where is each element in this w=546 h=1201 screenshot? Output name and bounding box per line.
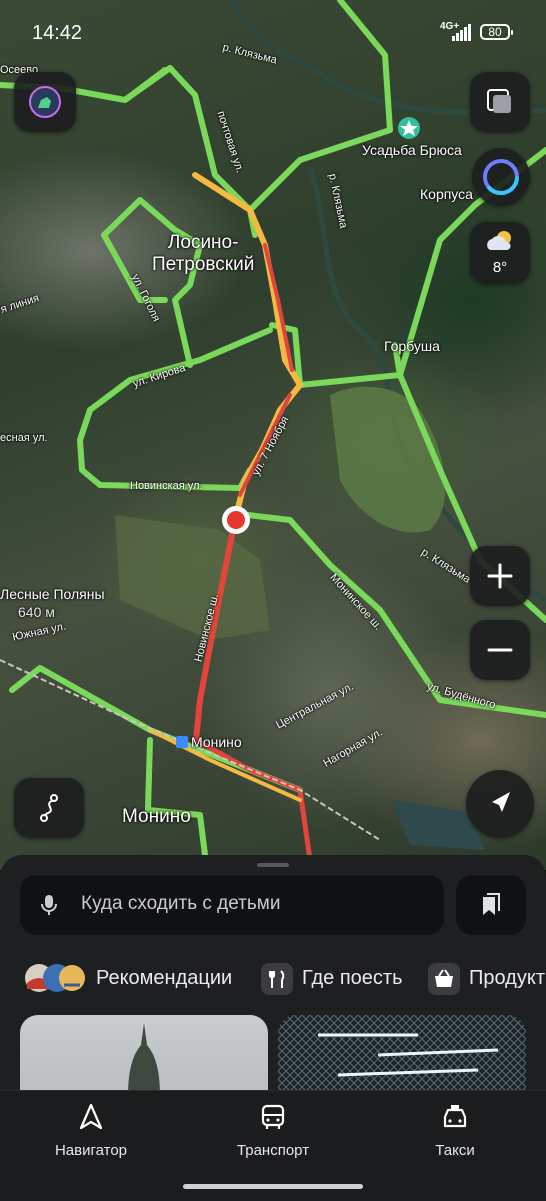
field xyxy=(330,386,446,533)
alice-icon xyxy=(483,159,519,195)
recommendations-icon xyxy=(25,964,85,992)
gesture-bar[interactable] xyxy=(183,1184,363,1189)
nav-label: Такси xyxy=(435,1142,475,1159)
zoom-out-button[interactable] xyxy=(470,620,530,680)
map-label: Корпуса xyxy=(420,186,473,202)
status-bar: 14:42 4G+ 80 xyxy=(0,0,546,64)
recommendation-card[interactable] xyxy=(278,1015,526,1095)
layers-button[interactable] xyxy=(470,72,530,132)
poi-label[interactable]: Усадьба Брюса xyxy=(362,142,462,158)
layers-icon xyxy=(487,89,511,113)
weather-temp: 8° xyxy=(492,259,508,276)
route-icon xyxy=(40,794,58,822)
weather-widget[interactable]: 8° xyxy=(470,222,530,284)
field xyxy=(115,515,270,640)
bottom-navigation: Навигатор Транспорт Такси xyxy=(0,1090,546,1201)
card-image xyxy=(128,1023,160,1095)
nav-label: Навигатор xyxy=(54,1142,128,1159)
map-label: есная ул. xyxy=(0,432,48,444)
map-label: Лесные Поляны xyxy=(0,586,105,602)
category-chips: Рекомендации Где поесть Продукты xyxy=(0,955,546,1005)
map-label: Новинская ул. xyxy=(130,480,203,492)
microphone-icon[interactable] xyxy=(38,893,60,917)
nav-taxi[interactable]: Такси xyxy=(380,1103,530,1159)
taxi-icon xyxy=(443,1105,467,1128)
profile-button[interactable] xyxy=(14,72,76,132)
bookmark-icon xyxy=(483,893,500,915)
search-bar[interactable]: Куда сходить с детьми xyxy=(20,875,444,935)
station-name: Монино xyxy=(191,734,242,750)
minus-icon xyxy=(487,648,513,652)
sheet-handle[interactable] xyxy=(257,863,289,867)
cloud-sun-icon xyxy=(487,231,511,250)
station-label[interactable]: Монино xyxy=(176,734,242,750)
location-arrow-icon xyxy=(492,792,510,812)
nav-label: Транспорт xyxy=(236,1142,310,1159)
chip-label: Где поесть xyxy=(302,967,403,989)
battery-level: 80 xyxy=(488,25,502,39)
bookmarks-button[interactable] xyxy=(456,875,526,935)
navigator-arrow-icon xyxy=(79,1103,103,1130)
scale-label: 640 м xyxy=(18,604,55,620)
search-input[interactable]: Куда сходить с детьми xyxy=(81,893,280,915)
cards-carousel[interactable] xyxy=(0,1015,546,1095)
avatar xyxy=(29,86,61,118)
my-location-button[interactable] xyxy=(466,770,534,838)
status-time: 14:42 xyxy=(32,22,83,44)
nav-transport[interactable]: Транспорт xyxy=(198,1103,348,1159)
bus-icon xyxy=(261,1104,285,1129)
route-button[interactable] xyxy=(14,778,84,838)
map-view[interactable]: Осеево р. Клязьма почтовая ул. Усадьба Б… xyxy=(0,0,546,870)
basket-icon xyxy=(428,963,460,995)
signal-icon xyxy=(452,24,472,41)
city-label: Лосино- Петровский xyxy=(152,232,255,275)
recommendation-card[interactable] xyxy=(20,1015,268,1095)
zoom-in-button[interactable] xyxy=(470,546,530,606)
chip-label: Продукты xyxy=(469,967,546,989)
cutlery-icon xyxy=(261,963,293,995)
card-image xyxy=(278,1015,526,1095)
battery-icon: 80 xyxy=(480,24,513,40)
plus-icon xyxy=(487,563,513,589)
nav-navigator[interactable]: Навигатор xyxy=(16,1103,166,1159)
station-icon xyxy=(176,736,188,748)
city-label: Монино xyxy=(122,806,191,827)
map-label: Горбуша xyxy=(384,338,440,354)
chip-label: Рекомендации xyxy=(96,967,233,989)
alice-button[interactable] xyxy=(472,148,530,206)
